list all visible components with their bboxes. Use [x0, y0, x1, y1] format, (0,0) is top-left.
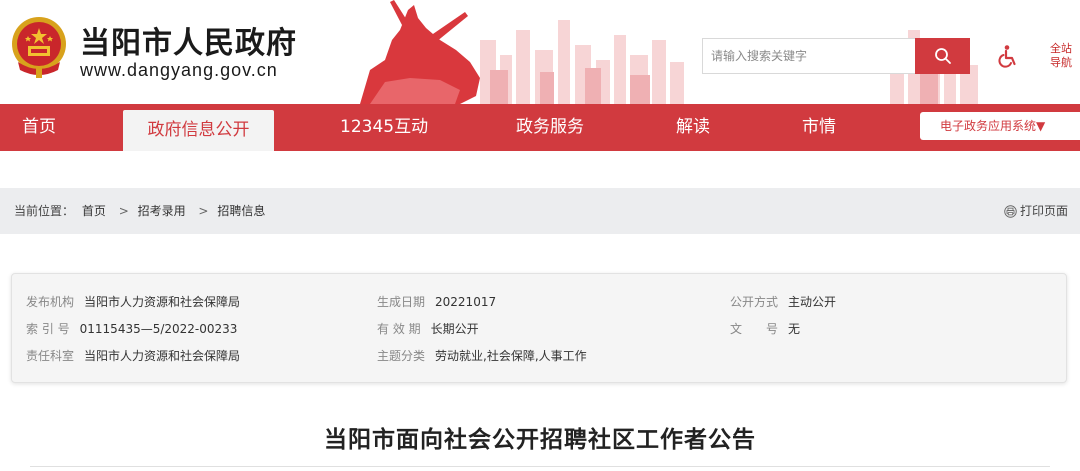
info-value: 01115435—5/2022-00233 — [79, 322, 238, 336]
nav-item-interpretation[interactable]: 解读 — [676, 104, 710, 151]
info-value: 当阳市人力资源和社会保障局 — [84, 349, 241, 363]
title-divider — [30, 466, 1050, 467]
nav-item-city-info[interactable]: 市情 — [802, 104, 836, 151]
search-icon — [934, 48, 951, 64]
info-label: 发布机构 — [26, 295, 75, 309]
info-publish-mode: 公开方式 主动公开 — [730, 293, 836, 310]
search-button[interactable] — [915, 38, 970, 74]
info-value: 长期公开 — [430, 322, 479, 336]
article-title: 当阳市面向社会公开招聘社区工作者公告 — [324, 427, 756, 453]
breadcrumb-prefix: 当前位置： — [14, 204, 75, 218]
site-url: www.dangyang.gov.cn — [80, 60, 278, 80]
search-input[interactable] — [702, 38, 915, 74]
info-label: 责任科室 — [26, 349, 75, 363]
info-row: 索 引 号 01115435—5/2022-00233 有 效 期长期公开 文 号… — [12, 320, 1068, 340]
info-generated-date: 生成日期 20221017 — [377, 293, 496, 310]
breadcrumb: 当前位置： 首页 > 招考录用 > 招聘信息 — [14, 188, 269, 234]
site-header: 当阳市人民政府 www.dangyang.gov.cn 请输入搜索关键字 全站 … — [0, 0, 1080, 104]
site-nav-line2: 导航 — [1050, 56, 1072, 69]
printer-icon — [1004, 204, 1017, 218]
info-label: 生成日期 — [377, 295, 426, 309]
site-title[interactable]: 当阳市人民政府 — [80, 18, 297, 62]
info-topic: 主题分类 劳动就业,社会保障,人事工作 — [377, 347, 587, 364]
nav-item-gov-info[interactable]: 政府信息公开 — [123, 110, 274, 151]
info-label: 公开方式 — [730, 295, 779, 309]
print-page-button[interactable]: 打印页面 — [1004, 188, 1068, 234]
e-gov-systems-dropdown[interactable]: 电子政务应用系统▼ — [920, 112, 1080, 140]
info-value: 当阳市人力资源和社会保障局 — [84, 295, 241, 309]
site-navigation-link[interactable]: 全站 导航 — [1046, 42, 1076, 70]
breadcrumb-item-home[interactable]: 首页 — [82, 204, 106, 218]
info-value: 无 — [788, 322, 801, 336]
info-value: 劳动就业,社会保障,人事工作 — [435, 349, 587, 363]
info-publisher: 发布机构 当阳市人力资源和社会保障局 — [26, 293, 240, 310]
info-label: 文 号 — [730, 322, 779, 336]
info-label: 主题分类 — [377, 349, 426, 363]
nav-item-home[interactable]: 首页 — [22, 104, 56, 151]
nav-item-12345[interactable]: 12345互动 — [340, 104, 428, 151]
national-emblem-icon — [12, 17, 66, 78]
search-box — [702, 38, 970, 74]
info-validity: 有 效 期长期公开 — [377, 320, 479, 337]
info-label: 有 效 期 — [377, 322, 421, 336]
info-responsible-dept: 责任科室 当阳市人力资源和社会保障局 — [26, 347, 240, 364]
print-label: 打印页面 — [1019, 204, 1068, 218]
nav-item-services[interactable]: 政务服务 — [516, 104, 584, 151]
info-label: 索 引 号 — [26, 322, 70, 336]
info-row: 责任科室 当阳市人力资源和社会保障局 主题分类 劳动就业,社会保障,人事工作 — [12, 347, 1068, 367]
site-nav-line1: 全站 — [1050, 42, 1072, 55]
info-value: 主动公开 — [788, 295, 837, 309]
info-index-number: 索 引 号 01115435—5/2022-00233 — [26, 320, 237, 337]
info-row: 发布机构 当阳市人力资源和社会保障局 生成日期 20221017 公开方式 主动公开 — [12, 293, 1068, 313]
breadcrumb-bar: 当前位置： 首页 > 招考录用 > 招聘信息 打印页面 — [0, 188, 1080, 234]
main-nav: 首页 政府信息公开 12345互动 政务服务 解读 市情 — [0, 104, 1080, 151]
info-document-number: 文 号无 — [730, 320, 800, 337]
breadcrumb-item-recruitment[interactable]: 招考录用 — [138, 204, 186, 218]
accessibility-icon[interactable] — [996, 44, 1020, 68]
document-info-panel: 发布机构 当阳市人力资源和社会保障局 生成日期 20221017 公开方式 主动公开 … — [11, 273, 1067, 383]
breadcrumb-separator: > — [198, 204, 209, 218]
breadcrumb-separator: > — [118, 204, 129, 218]
breadcrumb-item-hiring-info[interactable]: 招聘信息 — [217, 204, 265, 218]
info-value: 20221017 — [435, 295, 497, 309]
